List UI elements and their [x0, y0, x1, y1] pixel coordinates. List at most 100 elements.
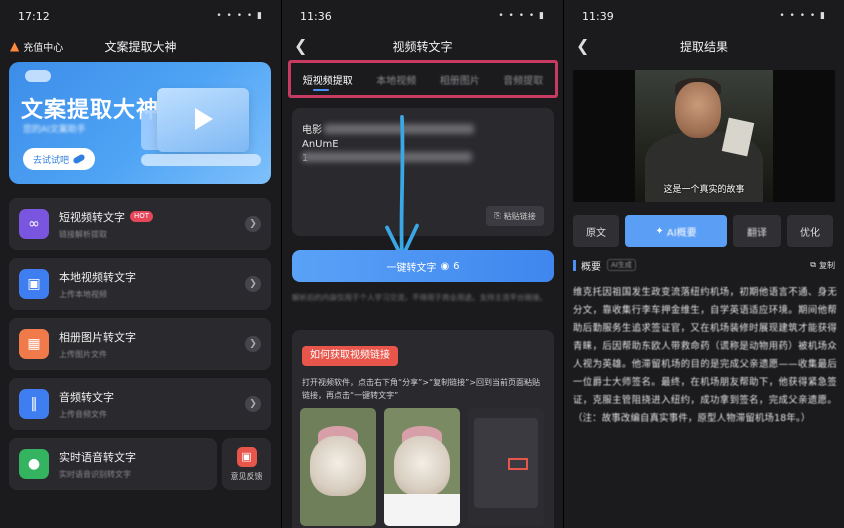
device-illustration [157, 88, 249, 152]
status-time: 11:36 [300, 9, 332, 23]
tab-optimize[interactable]: 优化 [787, 215, 833, 247]
recharge-center-button[interactable]: ▲ 充值中心 [10, 39, 63, 54]
annotation-arrow [385, 115, 419, 260]
menu-title: 音频转文字 [59, 390, 114, 404]
coin-icon: ◉ [440, 260, 450, 272]
paste-icon: ⎘ [494, 211, 501, 220]
dog-image [310, 436, 366, 496]
play-icon [195, 108, 213, 130]
banner-subtitle: 您的AI文案助手 [23, 125, 86, 135]
menu-realtime-voice[interactable]: ● 实时语音转文字 实时语音识别转文字 [9, 438, 217, 490]
summary-label: 概要 [581, 261, 601, 273]
convert-label: 一键转文字 [386, 262, 437, 274]
chevron-right-icon: ❯ [245, 396, 261, 412]
tab-translate[interactable]: 翻译 [733, 215, 781, 247]
status-icons: • • • • ▮ [779, 11, 826, 21]
guide-screenshot [468, 408, 544, 526]
menu-local-video[interactable]: ▣ 本地视频转文字 上传本地视频 ❯ [9, 258, 271, 310]
status-icons: • • • • ▮ [216, 11, 263, 21]
how-to-guide: 如何获取视频链接 打开视频软件，点击右下角“分享”>“复制链接”>回到当前页面粘… [292, 330, 554, 528]
banner-title: 文案提取大神 [21, 98, 160, 123]
fire-icon: ▲ [10, 39, 20, 53]
sparkle-icon: ✦ [655, 225, 667, 237]
image-icon: ▦ [19, 329, 49, 359]
menu-title: 实时语音转文字 [59, 450, 136, 464]
guide-text: 打开视频软件，点击右下角“分享”>“复制链接”>回到当前页面粘贴链接，再点击“一… [302, 378, 540, 400]
illustration-base [141, 154, 261, 166]
section-bar [573, 259, 576, 271]
summary-text: 维克托因祖国发生政变流落纽约机场，初期他语言不通、身无分文，靠收集行李车押金维生… [573, 284, 837, 428]
back-arrow-icon[interactable]: ❮ [294, 36, 307, 55]
copy-label: 复制 [819, 260, 835, 270]
tab-ai-summary[interactable]: ✦ AI概要 [625, 215, 727, 247]
guide-title: 如何获取视频链接 [302, 346, 398, 366]
status-time: 17:12 [18, 9, 50, 23]
copy-icon: ⧉ [810, 260, 816, 269]
tab-audio[interactable]: 音频提取 [503, 72, 543, 87]
try-now-button[interactable]: 去试试吧 [23, 148, 95, 170]
chevron-right-icon: ❯ [245, 336, 261, 352]
back-arrow-icon[interactable]: ❮ [576, 36, 589, 55]
tab-label: 原文 [586, 227, 606, 239]
status-time: 11:39 [582, 9, 614, 23]
page-title: 视频转文字 [392, 39, 453, 54]
video-to-text-screen: 11:36 • • • • ▮ ❮ 视频转文字 短视频提取 本地视频 相册图片 … [281, 0, 563, 528]
feedback-button[interactable]: ▣ 意见反馈 [222, 438, 271, 490]
ai-tag: AI生成 [607, 259, 636, 271]
page-title: 提取结果 [679, 39, 728, 54]
tab-original[interactable]: 原文 [573, 215, 619, 247]
summary-body: 维克托因祖国发生政变流落纽约机场，初期他语言不通、身无分文，靠收集行李车押金维生… [573, 287, 837, 424]
video-player[interactable]: 这是一个真实的故事 [573, 70, 835, 202]
app-preview [474, 418, 538, 508]
source-tabs: 短视频提取 本地视频 相册图片 音频提取 [288, 60, 558, 98]
menu-desc: 实时语音识别转文字 [59, 469, 131, 479]
menu-short-video[interactable]: ∞ 短视频转文字 HOT 链接解析提取 ❯ [9, 198, 271, 250]
menu-title: 本地视频转文字 [59, 270, 136, 284]
tab-short-video[interactable]: 短视频提取 [303, 72, 353, 87]
menu-audio[interactable]: ‖ 音频转文字 上传音频文件 ❯ [9, 378, 271, 430]
convert-count: 6 [453, 260, 460, 272]
result-screen: 11:39 • • • • ▮ ❮ 提取结果 这是一个真实的故事 原文 ✦ AI… [563, 0, 844, 528]
input-line-2: AnUmE [302, 139, 339, 150]
menu-title: 短视频转文字 [59, 210, 125, 224]
summary-header: 概要 AI生成 ⧉ 复制 [573, 258, 835, 273]
pill-icon [72, 153, 86, 165]
guide-screenshot [384, 408, 460, 526]
link-input-area[interactable]: 电影 AnUmE 1 ⎘ 粘贴链接 [292, 108, 554, 236]
person-face [675, 82, 721, 138]
share-sheet [384, 494, 460, 526]
video-subtitle: 这是一个真实的故事 [663, 185, 745, 195]
tab-label: AI概要 [666, 227, 697, 239]
tab-label: 优化 [800, 227, 820, 239]
chevron-right-icon: ❯ [245, 276, 261, 292]
microphone-icon: ● [19, 449, 49, 479]
status-bar: 11:36 • • • • ▮ [282, 0, 563, 32]
recharge-label: 充值中心 [23, 42, 64, 54]
copy-button[interactable]: ⧉ 复制 [810, 260, 835, 271]
home-header: ▲ 充值中心 文案提取大神 [0, 32, 281, 60]
menu-desc: 上传本地视频 [59, 289, 107, 299]
link-icon: ∞ [19, 209, 49, 239]
menu-desc: 链接解析提取 [59, 229, 107, 239]
hot-badge: HOT [130, 211, 154, 222]
menu-photo-image[interactable]: ▦ 相册图片转文字 上传图片文件 ❯ [9, 318, 271, 370]
convert-button[interactable]: 一键转文字 ◉ 6 [292, 250, 554, 282]
tab-local-video[interactable]: 本地视频 [376, 72, 416, 87]
promo-banner[interactable]: 文案提取大神 您的AI文案助手 去试试吧 [9, 62, 271, 184]
usage-note: 解析后的内容仅用于个人学习交流，不得用于商业用途。支持主流平台链接。 [292, 293, 547, 302]
menu-desc: 上传图片文件 [59, 349, 107, 359]
dog-image [394, 436, 450, 496]
video-camera-icon: ▣ [19, 269, 49, 299]
menu-title: 相册图片转文字 [59, 330, 136, 344]
paste-link-button[interactable]: ⎘ 粘贴链接 [486, 206, 544, 226]
tab-album-image[interactable]: 相册图片 [440, 72, 480, 87]
status-icons: • • • • ▮ [498, 11, 545, 21]
highlight-box [508, 458, 528, 470]
guide-screenshot [300, 408, 376, 526]
nav-bar: ❮ 视频转文字 [282, 32, 563, 60]
result-tabs: 原文 ✦ AI概要 翻译 优化 [573, 215, 835, 247]
try-now-label: 去试试吧 [32, 155, 69, 166]
menu-desc: 上传音频文件 [59, 409, 107, 419]
home-screen: 17:12 • • • • ▮ ▲ 充值中心 文案提取大神 文案提取大神 您的A… [0, 0, 281, 528]
active-tab-indicator [313, 89, 329, 91]
